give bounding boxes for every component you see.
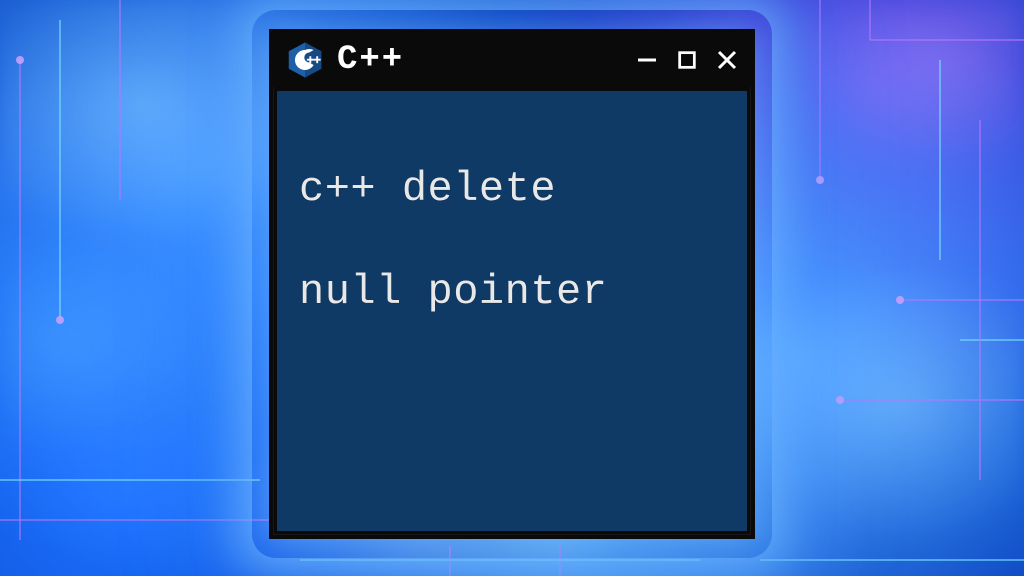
terminal-window: C++ c++ delete null pointer	[269, 29, 755, 539]
cpp-logo-icon	[285, 40, 325, 80]
terminal-content: c++ delete null pointer	[299, 113, 725, 318]
window-client-area: c++ delete null pointer	[277, 91, 747, 531]
window-title: C++	[337, 41, 621, 79]
content-line-2: null pointer	[299, 268, 607, 316]
window-titlebar[interactable]: C++	[273, 33, 751, 87]
close-button[interactable]	[713, 46, 741, 74]
window-controls	[633, 46, 741, 74]
minimize-button[interactable]	[633, 46, 661, 74]
content-line-1: c++ delete	[299, 165, 556, 213]
maximize-button[interactable]	[673, 46, 701, 74]
